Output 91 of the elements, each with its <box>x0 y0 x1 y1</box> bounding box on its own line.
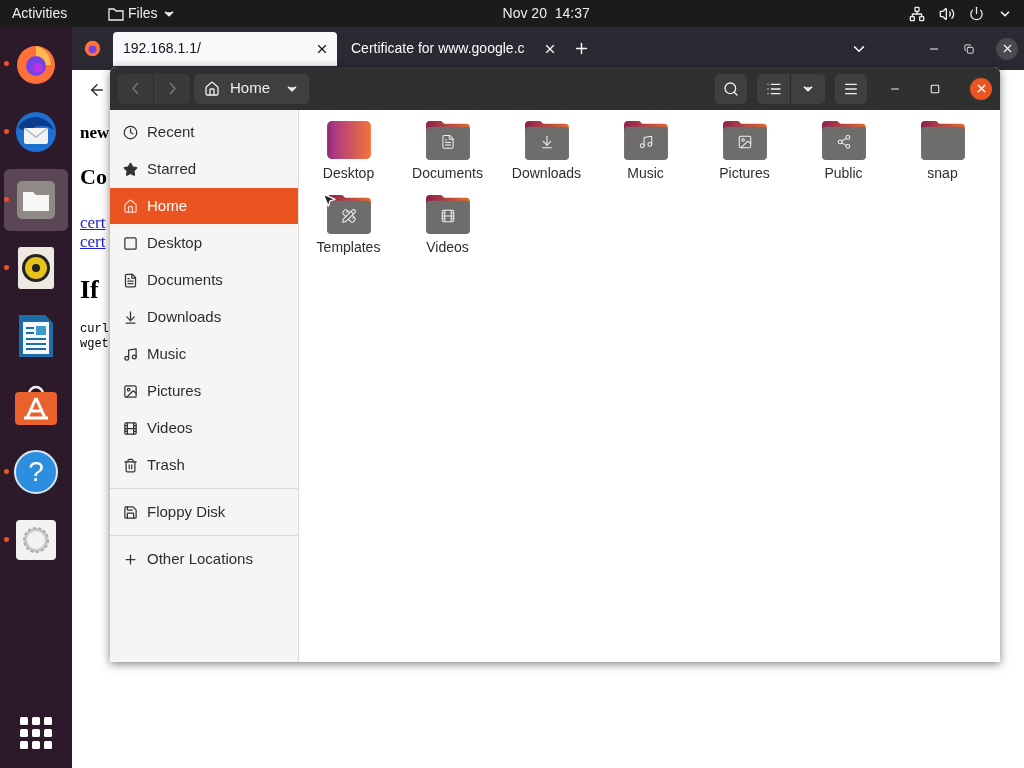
maximize-icon[interactable] <box>930 83 940 94</box>
browser-tab[interactable]: Certificate for www.google.c <box>341 31 565 66</box>
sidebar-item[interactable]: Documents <box>110 262 298 298</box>
folder-name: Music <box>627 164 664 183</box>
download-folder-icon <box>522 119 571 161</box>
folder-name: snap <box>927 164 958 183</box>
show-apps-icon[interactable] <box>20 717 52 749</box>
list-view-button[interactable] <box>757 73 791 104</box>
trash-icon <box>123 457 138 473</box>
page-text: wget <box>80 336 109 350</box>
page-text: new <box>80 122 110 144</box>
location-button[interactable]: Home <box>194 73 309 104</box>
desktop-folder-icon <box>324 121 373 161</box>
folder-item[interactable]: Downloads <box>497 110 596 184</box>
download-icon <box>123 309 138 325</box>
activities-button[interactable]: Activities <box>12 3 108 24</box>
search-icon <box>723 80 739 97</box>
page-text: If <box>80 274 99 306</box>
share-folder-icon <box>819 119 868 161</box>
menu-button[interactable] <box>835 73 867 104</box>
view-options-button[interactable] <box>791 73 825 104</box>
dock-app[interactable] <box>4 169 68 231</box>
sidebar-item[interactable]: Trash <box>110 447 298 483</box>
folder-name: Documents <box>412 164 483 183</box>
music-icon <box>123 346 138 362</box>
clock[interactable]: Nov 20 14:37 <box>502 3 590 24</box>
network-icon[interactable] <box>909 5 925 22</box>
sidebar-item[interactable]: Other Locations <box>110 541 298 577</box>
new-tab-icon[interactable] <box>573 40 590 57</box>
back-icon[interactable] <box>88 81 106 99</box>
page-text[interactable]: cert <box>80 210 106 229</box>
chevron-right-icon <box>168 82 176 95</box>
star-icon <box>123 161 138 177</box>
folder-item[interactable]: Desktop <box>299 110 398 184</box>
film-folder-icon <box>423 193 472 235</box>
home-icon <box>123 198 138 214</box>
gear-icon <box>16 520 56 560</box>
browser-tab[interactable]: 192.168.1.1/ <box>113 31 337 66</box>
folder-name: Videos <box>426 238 469 257</box>
page-text: curl <box>80 321 109 335</box>
picture-icon <box>123 383 138 399</box>
plus-icon <box>123 551 138 567</box>
sidebar-item[interactable]: Home <box>110 188 298 224</box>
folder-name: Downloads <box>511 164 582 183</box>
music-folder-icon <box>621 119 670 161</box>
folder-icon <box>108 6 124 21</box>
folder-item[interactable]: Music <box>596 110 695 184</box>
folder-item[interactable]: snap <box>893 110 992 184</box>
document-folder-icon <box>423 119 472 161</box>
folder-icon <box>16 180 56 220</box>
fox-logo-icon <box>84 40 101 57</box>
folder-icon <box>918 119 967 161</box>
power-icon[interactable] <box>969 6 984 21</box>
clock-icon <box>123 124 138 140</box>
document-icon <box>16 314 56 358</box>
folder-item[interactable]: Pictures <box>695 110 794 184</box>
sidebar-item[interactable]: Floppy Disk <box>110 494 298 530</box>
folder-name: Desktop <box>322 164 375 183</box>
page-text[interactable]: cert <box>80 229 106 248</box>
close-window-button[interactable] <box>970 77 992 100</box>
sidebar-item[interactable]: Pictures <box>110 373 298 409</box>
home-icon <box>204 80 220 97</box>
mouse-pointer-icon <box>321 192 337 208</box>
folder-item[interactable]: Videos <box>398 184 497 258</box>
film-icon <box>123 420 138 436</box>
sidebar-item[interactable]: Music <box>110 336 298 372</box>
folder-name: Templates <box>316 238 381 257</box>
bird-envelope-icon <box>14 110 58 154</box>
folder-item[interactable]: Documents <box>398 110 497 184</box>
picture-folder-icon <box>720 119 769 161</box>
folder-item[interactable]: Public <box>794 110 893 184</box>
folder-name: Public <box>824 164 863 183</box>
volume-icon[interactable] <box>939 5 955 22</box>
sidebar-item[interactable]: Recent <box>110 114 298 150</box>
page-text: Co <box>80 163 107 191</box>
desktop-icon <box>123 235 138 251</box>
sidebar-item[interactable]: Starred <box>110 151 298 187</box>
speaker-icon <box>16 246 56 290</box>
close-window-button[interactable] <box>996 37 1018 60</box>
app-menu[interactable]: Files <box>108 3 176 24</box>
question-mark: ? <box>28 456 44 488</box>
ruler-folder-icon <box>324 193 373 235</box>
folder-name: Pictures <box>719 164 770 183</box>
chevron-left-icon <box>132 82 139 95</box>
sidebar-item[interactable]: Downloads <box>110 299 298 335</box>
document-icon <box>123 272 138 288</box>
sidebar-item[interactable]: Desktop <box>110 225 298 261</box>
folder-item[interactable]: Templates <box>299 184 398 258</box>
sidebar-item[interactable]: Videos <box>110 410 298 446</box>
restore-icon[interactable] <box>964 43 974 54</box>
search-button[interactable] <box>715 73 747 104</box>
